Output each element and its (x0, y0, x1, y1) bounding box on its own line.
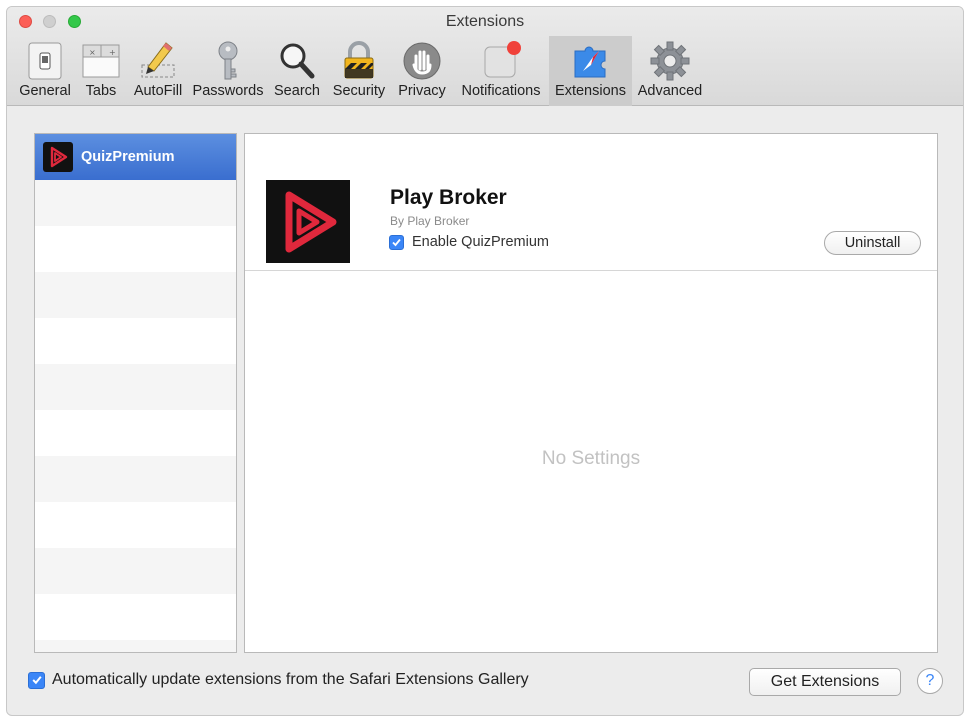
list-item-empty (35, 272, 236, 318)
help-button[interactable]: ? (917, 668, 943, 694)
tab-advanced[interactable]: Advanced (635, 36, 705, 106)
tab-autofill[interactable]: AutoFill (127, 36, 189, 106)
auto-update-checkbox[interactable] (28, 671, 45, 689)
key-icon (218, 41, 238, 80)
list-item-empty (35, 180, 236, 226)
list-item-label: QuizPremium (81, 149, 175, 165)
hand-icon (403, 42, 441, 80)
svg-text:×: × (89, 48, 96, 57)
extension-logo-icon (266, 180, 350, 263)
list-item-empty (35, 548, 236, 594)
uninstall-button[interactable]: Uninstall (824, 231, 921, 255)
checkmark-icon (392, 238, 401, 246)
checkmark-icon (31, 676, 42, 685)
list-item-empty (35, 594, 236, 640)
no-settings-text: No Settings (541, 448, 641, 469)
extension-details-panel: Play Broker By Play Broker Enable QuizPr… (244, 133, 938, 653)
enable-extension-row[interactable]: Enable QuizPremium (389, 234, 549, 250)
notification-icon (484, 41, 521, 78)
tab-security[interactable]: Security (327, 36, 391, 106)
puzzle-compass-icon (574, 46, 605, 78)
get-extensions-button[interactable]: Get Extensions (749, 668, 901, 696)
toolbar: Extensions General × + Tabs AutoFill Pas… (7, 7, 963, 106)
lock-icon (344, 41, 374, 79)
list-item-empty (35, 640, 236, 652)
extension-header: Play Broker By Play Broker Enable QuizPr… (245, 134, 937, 271)
tab-extensions[interactable]: Extensions (549, 36, 632, 106)
extensions-list: QuizPremium (34, 133, 237, 653)
auto-update-label: Automatically update extensions from the… (52, 671, 529, 688)
tab-search[interactable]: Search (271, 36, 323, 106)
preferences-window: Extensions General × + Tabs AutoFill Pas… (6, 6, 964, 716)
tab-privacy[interactable]: Privacy (396, 36, 448, 106)
search-icon (280, 43, 315, 79)
extension-author: By Play Broker (390, 214, 470, 228)
extension-title: Play Broker (390, 186, 507, 209)
auto-update-row[interactable]: Automatically update extensions from the… (28, 671, 529, 689)
enable-extension-checkbox[interactable] (389, 234, 404, 250)
pencil-icon (141, 42, 175, 78)
enable-extension-label: Enable QuizPremium (412, 234, 549, 250)
list-item-empty (35, 226, 236, 272)
tab-general[interactable]: General (15, 36, 75, 106)
list-item-empty (35, 410, 236, 456)
list-item-empty (35, 364, 236, 410)
general-switch-icon (28, 42, 62, 80)
tab-passwords[interactable]: Passwords (191, 36, 265, 106)
list-item-empty (35, 456, 236, 502)
list-item-empty (35, 318, 236, 364)
list-item-empty (35, 502, 236, 548)
svg-text:+: + (109, 48, 116, 57)
tab-notifications[interactable]: Notifications (457, 36, 545, 106)
list-item-quizpremium[interactable]: QuizPremium (35, 134, 236, 180)
tabs-icon: × + (82, 44, 120, 78)
quizpremium-logo-icon (43, 142, 73, 172)
gear-icon (650, 41, 690, 81)
tab-tabs[interactable]: × + Tabs (77, 36, 125, 106)
window-title: Extensions (445, 13, 525, 30)
